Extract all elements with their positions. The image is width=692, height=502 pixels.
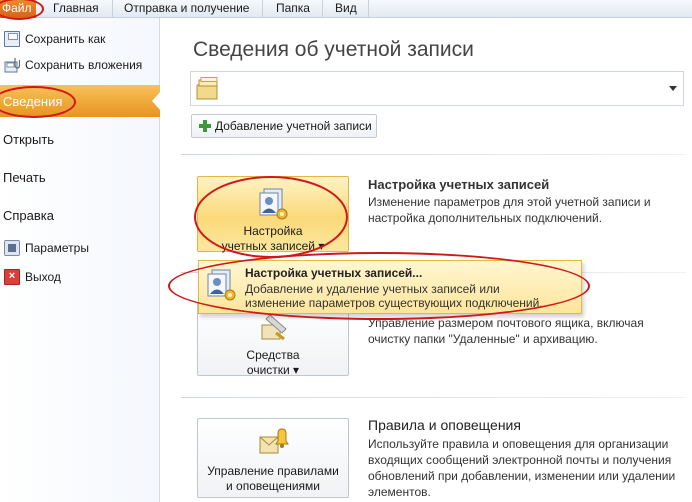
sidebar-item-label: Сохранить вложения [25,58,143,72]
section-divider [181,154,686,155]
rules-alerts-desc-2: входящих сообщений электронной почты и п… [368,453,672,467]
ribbon-tab-bar: Файл Главная Отправка и получение Папка … [0,0,692,18]
sidebar-item-exit[interactable]: × Выход [0,266,160,288]
highlight-oval-menu-item [168,252,590,320]
add-account-label: Добавление учетной записи [215,119,372,133]
chevron-down-icon [669,86,677,91]
exit-icon: × [4,269,20,285]
page-title: Сведения об учетной записи [193,38,474,61]
save-attachments-icon [4,57,20,73]
tab-separator [112,0,113,18]
cleanup-tools-label-2: очистки ▾ [246,363,300,377]
sidebar-item-label: Сохранить как [25,32,106,46]
sidebar-item-label: Параметры [25,241,89,255]
section-divider [181,397,686,398]
sidebar-item-print[interactable]: Печать [0,164,160,190]
sidebar-item-options[interactable]: Параметры [0,237,160,259]
rules-alerts-desc-3: обновлений при добавлении, изменении или… [368,469,676,483]
sidebar-item-label: Открыть [3,131,55,147]
sidebar-item-label: Справка [3,207,54,223]
mail-account-icon [195,77,221,101]
tab-separator [322,0,323,18]
account-settings-desc-1: Изменение параметров для этой учетной за… [368,195,651,209]
manage-rules-label-2: и оповещениями [226,479,320,493]
tab-separator [262,0,263,18]
account-settings-heading: Настройка учетных записей [368,177,550,192]
options-icon [4,240,20,256]
tab-home[interactable]: Главная [53,0,99,18]
rules-alerts-desc-4: элементов. [368,485,431,499]
highlight-oval-account-settings [194,176,348,258]
tab-view[interactable]: Вид [335,0,357,18]
sidebar-item-help[interactable]: Справка [0,202,160,228]
tab-separator [368,0,369,18]
rules-alerts-desc-1: Используйте правила и оповещения для орг… [368,437,669,451]
tab-send-receive[interactable]: Отправка и получение [124,0,249,18]
cleanup-tools-desc-2: очистку папки "Удаленные" и архивацию. [368,332,598,346]
rules-alerts-icon [256,427,290,461]
sidebar-item-save-as[interactable]: Сохранить как [0,28,160,50]
account-selector-dropdown[interactable] [190,71,684,106]
add-account-button[interactable]: Добавление учетной записи [191,114,377,138]
account-settings-desc-2: настройка дополнительных подключений. [368,211,603,225]
sidebar-item-label: Печать [3,169,46,185]
rules-alerts-heading: Правила и оповещения [368,417,521,433]
save-as-icon [4,31,20,47]
manage-rules-label-1: Управление правилами [207,464,339,478]
sidebar-item-label: Выход [25,270,61,284]
plus-icon [198,119,212,133]
manage-rules-button[interactable]: Управление правилами и оповещениями [197,418,349,498]
tab-folder[interactable]: Папка [276,0,310,18]
sidebar-item-open[interactable]: Открыть [0,126,160,152]
cleanup-tools-label-1: Средства [246,348,300,362]
sidebar-item-save-attachments[interactable]: Сохранить вложения [0,54,160,76]
